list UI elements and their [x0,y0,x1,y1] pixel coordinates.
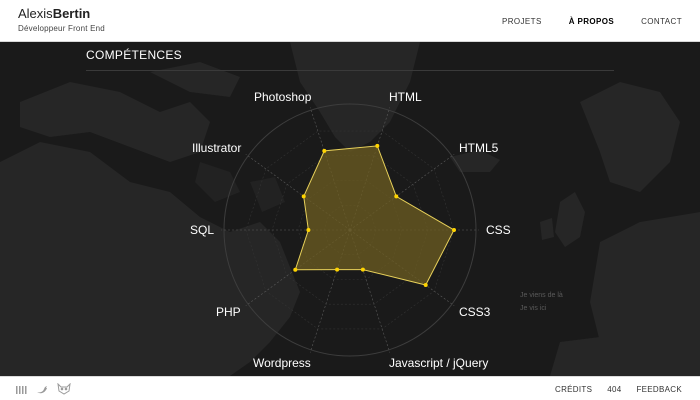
radar-label-9: Photoshop [254,90,312,104]
footer-link-404[interactable]: 404 [607,385,621,394]
social-links [16,377,71,400]
note-residence: Je vis ici [520,305,547,312]
footer-link-feedback[interactable]: FEEDBACK [636,385,682,394]
radar-label-5: Wordpress [253,356,311,370]
radar-point-1 [394,194,399,199]
radar-point-2 [452,228,456,232]
codepen-icon[interactable] [57,383,71,395]
radar-label-8: Illustrator [192,141,242,155]
linkedin-icon[interactable] [16,384,28,394]
footer-links: CRÉDITS 404 FEEDBACK [555,377,682,400]
first-name: Alexis [18,6,53,21]
radar-point-4 [360,267,365,272]
radar-skill-area [294,145,455,286]
radar-point-3 [423,283,428,287]
radar-point-6 [293,267,298,272]
skills-section: COMPÉTENCES HTML HTML5 CSS CSS3 Javascript /… [0,42,700,376]
radar-point-9 [322,148,327,153]
last-name: Bertin [52,6,91,21]
twitter-icon[interactable] [37,385,48,394]
skills-radar-chart [221,103,479,357]
radar-label-2: CSS [486,223,511,237]
radar-point-8 [301,194,306,199]
radar-label-0: HTML [389,90,422,104]
radar-point-0 [375,143,380,148]
site-name[interactable]: AlexisBertin [18,6,105,22]
radar-label-1: HTML5 [459,141,499,155]
nav-contact[interactable]: CONTACT [641,17,682,26]
radar-label-3: CSS3 [459,305,491,319]
radar-point-5 [335,267,340,272]
radar-label-6: PHP [216,305,241,319]
site-tagline: Développeur Front End [18,24,105,33]
note-origin: Je viens de là [520,292,563,299]
nav-a-propos[interactable]: À PROPOS [569,17,614,26]
nav-projets[interactable]: PROJETS [502,17,542,26]
radar-label-4: Javascript / jQuery [389,356,489,370]
main-nav: PROJETS À PROPOS CONTACT [502,0,682,42]
site-footer: CRÉDITS 404 FEEDBACK [0,376,700,400]
footer-link-credits[interactable]: CRÉDITS [555,385,592,394]
site-header: AlexisBertin Développeur Front End PROJE… [0,0,700,42]
site-brand[interactable]: AlexisBertin Développeur Front End [18,6,105,33]
radar-label-7: SQL [190,223,215,237]
radar-point-7 [306,228,311,232]
